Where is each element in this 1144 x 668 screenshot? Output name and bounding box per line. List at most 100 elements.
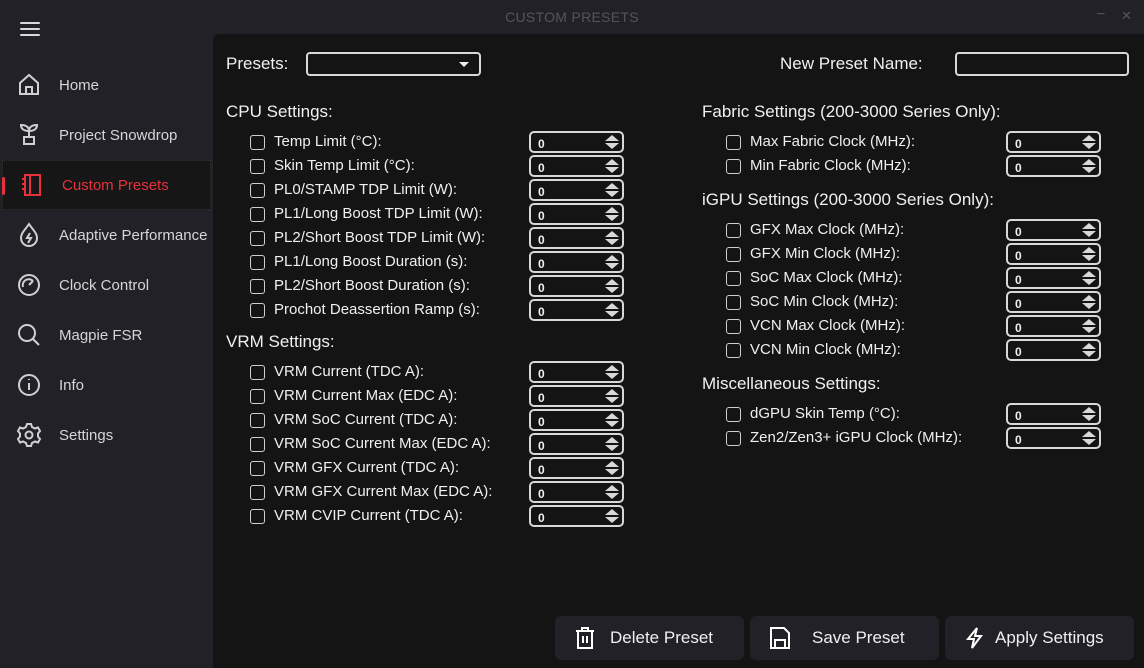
sidebar-item-project-snowdrop[interactable]: Project Snowdrop [0, 110, 213, 160]
setting-checkbox[interactable] [250, 509, 265, 524]
spinner-arrows-icon[interactable] [605, 485, 619, 499]
setting-value: 0 [1015, 225, 1022, 239]
spinner-arrows-icon[interactable] [1082, 343, 1096, 357]
setting-number-input[interactable]: 0 [529, 409, 624, 431]
sidebar-item-home[interactable]: Home [0, 60, 213, 110]
setting-number-input[interactable]: 0 [1006, 315, 1101, 337]
sidebar-item-custom-presets[interactable]: Custom Presets [2, 160, 211, 210]
save-preset-button[interactable]: Save Preset [750, 616, 939, 660]
setting-checkbox[interactable] [250, 413, 265, 428]
setting-checkbox[interactable] [726, 223, 741, 238]
setting-number-input[interactable]: 0 [1006, 267, 1101, 289]
spinner-arrows-icon[interactable] [1082, 295, 1096, 309]
setting-number-input[interactable]: 0 [529, 361, 624, 383]
setting-checkbox[interactable] [250, 207, 265, 222]
presets-dropdown[interactable] [306, 52, 481, 76]
setting-number-input[interactable]: 0 [529, 155, 624, 177]
setting-checkbox[interactable] [726, 135, 741, 150]
spinner-arrows-icon[interactable] [605, 159, 619, 173]
setting-checkbox[interactable] [250, 255, 265, 270]
setting-checkbox[interactable] [250, 231, 265, 246]
setting-number-input[interactable]: 0 [529, 131, 624, 153]
setting-number-input[interactable]: 0 [529, 385, 624, 407]
setting-checkbox[interactable] [250, 485, 265, 500]
setting-number-input[interactable]: 0 [1006, 155, 1101, 177]
setting-label: GFX Min Clock (MHz): [750, 245, 900, 262]
setting-checkbox[interactable] [726, 319, 741, 334]
spinner-arrows-icon[interactable] [605, 365, 619, 379]
spinner-arrows-icon[interactable] [1082, 159, 1096, 173]
spinner-arrows-icon[interactable] [605, 135, 619, 149]
setting-number-input[interactable]: 0 [529, 203, 624, 225]
setting-checkbox[interactable] [726, 159, 741, 174]
spinner-arrows-icon[interactable] [605, 183, 619, 197]
setting-checkbox[interactable] [250, 389, 265, 404]
spinner-arrows-icon[interactable] [605, 389, 619, 403]
setting-number-input[interactable]: 0 [1006, 427, 1101, 449]
setting-number-input[interactable]: 0 [529, 251, 624, 273]
new-preset-name-input[interactable] [955, 52, 1129, 76]
spinner-arrows-icon[interactable] [1082, 247, 1096, 261]
spinner-arrows-icon[interactable] [605, 207, 619, 221]
setting-checkbox[interactable] [726, 247, 741, 262]
setting-label: PL2/Short Boost TDP Limit (W): [274, 229, 486, 246]
hamburger-menu-icon[interactable] [20, 22, 40, 40]
spinner-arrows-icon[interactable] [1082, 135, 1096, 149]
setting-number-input[interactable]: 0 [529, 299, 624, 321]
setting-checkbox[interactable] [726, 343, 741, 358]
sidebar-item-magpie-fsr[interactable]: Magpie FSR [0, 310, 213, 360]
spinner-arrows-icon[interactable] [605, 255, 619, 269]
spinner-arrows-icon[interactable] [1082, 431, 1096, 445]
spinner-arrows-icon[interactable] [605, 303, 619, 317]
sidebar-item-settings[interactable]: Settings [0, 410, 213, 460]
setting-checkbox[interactable] [726, 407, 741, 422]
delete-preset-button[interactable]: Delete Preset [555, 616, 744, 660]
setting-number-input[interactable]: 0 [529, 275, 624, 297]
setting-number-input[interactable]: 0 [529, 481, 624, 503]
setting-checkbox[interactable] [726, 271, 741, 286]
setting-value: 0 [538, 415, 545, 429]
spinner-arrows-icon[interactable] [605, 509, 619, 523]
setting-number-input[interactable]: 0 [529, 433, 624, 455]
sidebar-item-info[interactable]: Info [0, 360, 213, 410]
setting-checkbox[interactable] [726, 295, 741, 310]
setting-checkbox[interactable] [250, 279, 265, 294]
minimize-button[interactable]: − [1096, 6, 1105, 24]
setting-label: VRM SoC Current Max (EDC A): [274, 435, 491, 452]
setting-row: SoC Max Clock (MHz): 0 [726, 267, 1126, 289]
spinner-arrows-icon[interactable] [605, 279, 619, 293]
spinner-arrows-icon[interactable] [605, 461, 619, 475]
setting-number-input[interactable]: 0 [1006, 339, 1101, 361]
setting-number-input[interactable]: 0 [1006, 131, 1101, 153]
sidebar-item-adaptive-performance[interactable]: Adaptive Performance [0, 210, 213, 260]
setting-number-input[interactable]: 0 [529, 227, 624, 249]
setting-checkbox[interactable] [250, 365, 265, 380]
setting-number-input[interactable]: 0 [529, 179, 624, 201]
spinner-arrows-icon[interactable] [1082, 271, 1096, 285]
spinner-arrows-icon[interactable] [605, 413, 619, 427]
setting-checkbox[interactable] [250, 159, 265, 174]
setting-checkbox[interactable] [250, 303, 265, 318]
spinner-arrows-icon[interactable] [1082, 223, 1096, 237]
setting-checkbox[interactable] [250, 461, 265, 476]
spinner-arrows-icon[interactable] [1082, 319, 1096, 333]
setting-number-input[interactable]: 0 [1006, 291, 1101, 313]
setting-number-input[interactable]: 0 [529, 457, 624, 479]
setting-value: 0 [538, 511, 545, 525]
setting-number-input[interactable]: 0 [1006, 243, 1101, 265]
setting-number-input[interactable]: 0 [1006, 219, 1101, 241]
spinner-arrows-icon[interactable] [605, 437, 619, 451]
sidebar-item-clock-control[interactable]: Clock Control [0, 260, 213, 310]
setting-checkbox[interactable] [250, 437, 265, 452]
close-button[interactable]: ✕ [1121, 8, 1132, 24]
setting-label: PL0/STAMP TDP Limit (W): [274, 181, 458, 198]
setting-number-input[interactable]: 0 [1006, 403, 1101, 425]
spinner-arrows-icon[interactable] [605, 231, 619, 245]
spinner-arrows-icon[interactable] [1082, 407, 1096, 421]
apply-settings-button[interactable]: Apply Settings [945, 616, 1134, 660]
save-icon [770, 627, 790, 649]
setting-number-input[interactable]: 0 [529, 505, 624, 527]
setting-checkbox[interactable] [250, 135, 265, 150]
setting-checkbox[interactable] [250, 183, 265, 198]
setting-checkbox[interactable] [726, 431, 741, 446]
